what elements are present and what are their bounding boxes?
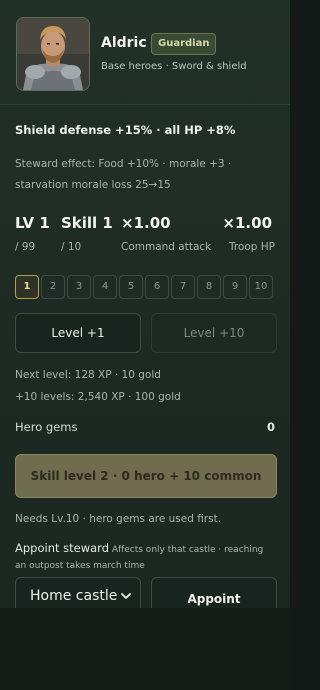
hero-subtitle: Base heroes · Sword & shield <box>101 61 247 72</box>
troop-value: ×1.00 <box>222 214 272 232</box>
skill-value: Skill 1 <box>61 214 113 232</box>
appoint-steward-title: Appoint steward <box>15 541 110 555</box>
skill-level-selector: 1 2 3 4 5 6 7 8 9 10 <box>15 275 275 299</box>
hero-bonus: Shield defense +15% · all HP +8% <box>15 123 236 137</box>
level-value: LV 1 <box>15 214 50 232</box>
skill-level-button[interactable]: 10 <box>249 275 273 299</box>
level-max: / 99 <box>15 241 36 253</box>
hero-portrait <box>16 17 90 91</box>
level-up-1-button[interactable]: Level +1 <box>15 313 141 353</box>
skill-level-button[interactable]: 6 <box>145 275 169 299</box>
command-label: Command attack <box>121 241 212 253</box>
bottom-strip <box>0 608 290 690</box>
hero-gems-value: 0 <box>266 420 275 434</box>
chevron-down-icon <box>121 593 131 599</box>
hero-gems-label: Hero gems <box>15 420 78 434</box>
hero-class-badge: Guardian <box>151 33 217 55</box>
skill-level-button[interactable]: 2 <box>41 275 65 299</box>
skill-level-button[interactable]: 3 <box>67 275 91 299</box>
skill-level-button[interactable]: 5 <box>119 275 143 299</box>
skill-max: / 10 <box>61 241 82 253</box>
skill-requirement-note: Needs Lv.10 · hero gems are used first. <box>15 513 222 525</box>
skill-level-button[interactable]: 7 <box>171 275 195 299</box>
command-value: ×1.00 <box>121 214 171 232</box>
skill-level-button[interactable]: 8 <box>197 275 221 299</box>
castle-select-value: Home castle <box>30 588 118 604</box>
next-level-cost: Next level: 128 XP · 10 gold <box>15 369 161 381</box>
skill-level-button[interactable]: 4 <box>93 275 117 299</box>
steward-effect: Steward effect: Food +10% · morale +3 · … <box>15 158 232 191</box>
header-divider <box>0 104 290 105</box>
castle-select[interactable]: Home castle <box>15 577 141 608</box>
ten-levels-cost: +10 levels: 2,540 XP · 100 gold <box>15 391 181 403</box>
level-up-10-button[interactable]: Level +10 <box>151 313 277 353</box>
knight-portrait-icon <box>17 18 89 90</box>
hero-name: Aldric <box>101 35 147 51</box>
troop-label: Troop HP <box>228 241 275 253</box>
skill-level-button[interactable]: 1 <box>15 275 39 299</box>
skill-upgrade-button[interactable]: Skill level 2 · 0 hero + 10 common <box>15 454 277 498</box>
hero-header: Aldric Guardian Base heroes · Sword & sh… <box>0 0 290 104</box>
appoint-button[interactable]: Appoint <box>151 577 277 608</box>
hero-panel: Aldric Guardian Base heroes · Sword & sh… <box>0 0 290 608</box>
skill-level-button[interactable]: 9 <box>223 275 247 299</box>
appoint-steward-section: Appoint steward Affects only that castle… <box>15 540 277 574</box>
